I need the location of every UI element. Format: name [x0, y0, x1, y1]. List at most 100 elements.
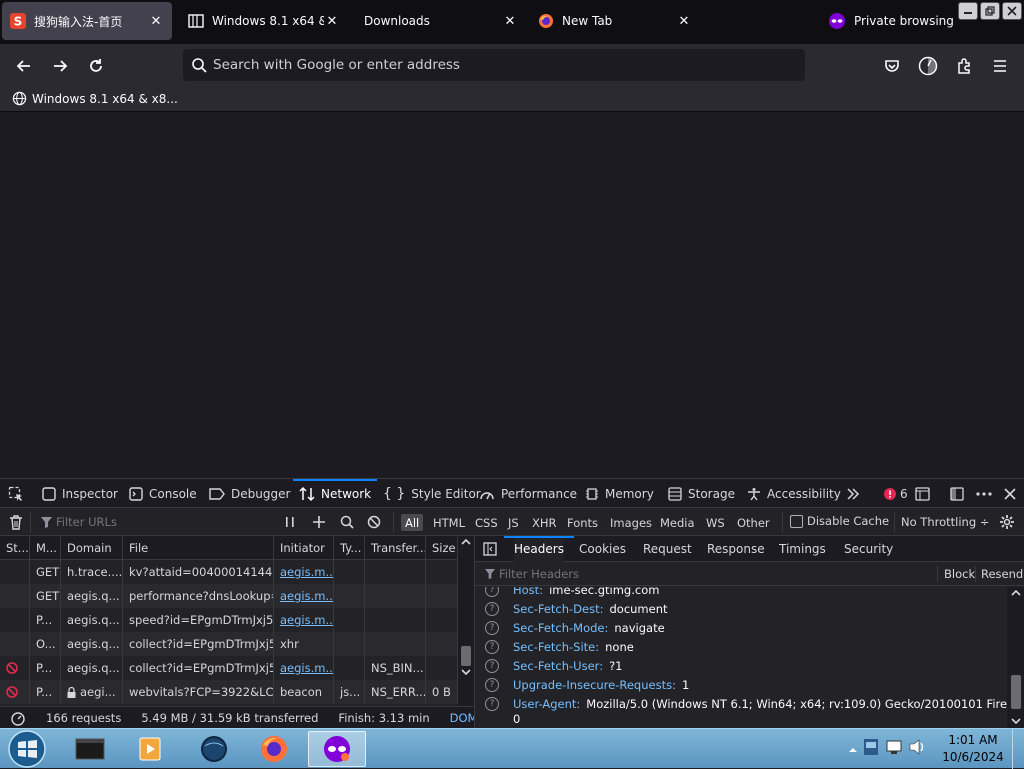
column-type[interactable]: Ty...: [334, 536, 365, 560]
tab-accessibility[interactable]: Accessibility: [747, 479, 841, 508]
initiator-text[interactable]: aegis.m...: [280, 613, 333, 627]
close-tab-icon[interactable]: ✕: [148, 13, 164, 29]
filter-type-images[interactable]: Images: [606, 514, 656, 531]
tab-downloads[interactable]: Downloads ✕: [356, 2, 526, 40]
tab-headers[interactable]: Headers: [504, 536, 574, 562]
filter-type-css[interactable]: CSS: [471, 514, 502, 531]
scroll-thumb[interactable]: [1011, 675, 1021, 709]
search-requests-button[interactable]: [340, 515, 354, 529]
tab-debugger[interactable]: Debugger: [209, 479, 290, 508]
column-size[interactable]: Size: [426, 536, 458, 560]
tab-console[interactable]: Console: [129, 479, 197, 508]
headers-scrollbar[interactable]: [1007, 587, 1024, 729]
help-icon[interactable]: ?: [485, 677, 499, 692]
throttling-select[interactable]: No Throttling ÷: [901, 515, 989, 529]
initiator-text[interactable]: aegis.m...: [280, 565, 333, 579]
request-row[interactable]: GET aegis.q... performance?dnsLookup=75 aeg…: [0, 584, 458, 608]
dock-button[interactable]: [950, 479, 964, 508]
request-row[interactable]: P... aegi... webvitals?FCP=3922&LCP=-1 beac…: [0, 680, 458, 704]
tab-windows[interactable]: Windows 8.1 x64 & x8 ✕: [180, 2, 348, 40]
menu-button[interactable]: [987, 53, 1013, 79]
back-button[interactable]: [11, 53, 37, 79]
column-method[interactable]: M...: [30, 536, 61, 560]
responsive-design-button[interactable]: [915, 479, 930, 508]
reload-button[interactable]: [83, 53, 109, 79]
more-tools-button[interactable]: [846, 479, 860, 508]
disable-cache-toggle[interactable]: Disable Cache: [790, 514, 889, 528]
bookmark-item[interactable]: Windows 8.1 x64 & x8...: [12, 91, 178, 106]
request-row[interactable]: P... aegis.q... collect?id=EPgmDTrmJxj5X0v…: [0, 656, 458, 680]
filter-type-js[interactable]: JS: [504, 514, 523, 531]
tab-network[interactable]: Network: [292, 479, 378, 508]
filter-type-fonts[interactable]: Fonts: [563, 514, 602, 531]
checkbox[interactable]: [790, 514, 803, 528]
close-tab-icon[interactable]: ✕: [676, 13, 692, 29]
tab-inspector[interactable]: Inspector: [42, 479, 118, 508]
block-button[interactable]: Block: [944, 567, 975, 581]
forward-button[interactable]: [47, 53, 73, 79]
request-row[interactable]: GET h.trace.... kv?attaid=00400014144&tok a…: [0, 560, 458, 584]
extensions-button[interactable]: [951, 53, 977, 79]
tab-response[interactable]: Response: [707, 536, 765, 562]
close-tab-icon[interactable]: ✕: [324, 13, 340, 29]
initiator-text[interactable]: aegis.m...: [280, 661, 333, 675]
taskbar-globe-app[interactable]: [190, 731, 238, 767]
taskbar-firefox-private[interactable]: [308, 731, 366, 767]
tab-cookies[interactable]: Cookies: [579, 536, 626, 562]
filter-type-media[interactable]: Media: [656, 514, 699, 531]
request-row[interactable]: O... aegis.q... collect?id=EPgmDTrmJxj5X0v…: [0, 632, 458, 656]
address-input[interactable]: [213, 57, 773, 73]
more-options-button[interactable]: [976, 479, 992, 508]
help-icon[interactable]: ?: [485, 658, 499, 673]
help-icon[interactable]: ?: [485, 696, 499, 711]
table-scrollbar[interactable]: [458, 536, 474, 706]
address-bar[interactable]: [183, 49, 805, 81]
filter-type-all[interactable]: All: [401, 514, 424, 531]
close-tab-icon[interactable]: ✕: [502, 13, 518, 29]
help-icon[interactable]: ?: [485, 587, 499, 597]
help-icon[interactable]: ?: [485, 639, 499, 654]
pocket-button[interactable]: [879, 53, 905, 79]
resend-button[interactable]: Resend: [981, 567, 1023, 581]
taskbar-firefox[interactable]: [250, 731, 298, 767]
tab-new-tab[interactable]: New Tab ✕: [530, 2, 700, 40]
filter-headers-input[interactable]: [499, 566, 899, 581]
tab-timings[interactable]: Timings: [779, 536, 826, 562]
scroll-thumb[interactable]: [461, 646, 471, 666]
initiator-text[interactable]: aegis.m...: [280, 589, 333, 603]
close-window-button[interactable]: [1002, 2, 1022, 20]
tab-security[interactable]: Security: [844, 536, 893, 562]
filter-type-ws[interactable]: WS: [702, 514, 729, 531]
filter-type-xhr[interactable]: XHR: [528, 514, 561, 531]
minimize-button[interactable]: [958, 2, 978, 20]
tab-memory[interactable]: Memory: [585, 479, 654, 508]
request-row[interactable]: P... aegis.q... speed?id=EPgmDTrmJxj5X0vp a…: [0, 608, 458, 632]
account-button[interactable]: [915, 53, 941, 79]
column-status[interactable]: St...: [0, 536, 30, 560]
start-button[interactable]: [4, 729, 50, 769]
tab-sogou[interactable]: S 搜狗输入法-首页 ✕: [2, 2, 172, 40]
taskbar-app-terminal[interactable]: [66, 731, 114, 767]
restore-button[interactable]: [980, 2, 1000, 20]
column-file[interactable]: File: [123, 536, 274, 560]
filter-urls-field[interactable]: [30, 511, 275, 533]
close-devtools-button[interactable]: [1004, 479, 1016, 508]
clear-button[interactable]: [9, 515, 23, 530]
block-requests-button[interactable]: [367, 515, 381, 529]
filter-type-other[interactable]: Other: [733, 514, 774, 531]
page-content[interactable]: [0, 112, 1024, 478]
taskbar-media-player[interactable]: [126, 731, 174, 767]
filter-urls-input[interactable]: [56, 515, 266, 529]
help-icon[interactable]: ?: [485, 601, 499, 616]
tab-performance[interactable]: Performance: [479, 479, 577, 508]
tab-request[interactable]: Request: [643, 536, 692, 562]
pause-button[interactable]: [284, 515, 296, 529]
show-desktop-button[interactable]: [1012, 729, 1024, 769]
performance-analysis-button[interactable]: [10, 710, 26, 726]
column-initiator[interactable]: Initiator: [274, 536, 334, 560]
tab-style-editor[interactable]: { } Style Editor: [383, 479, 481, 508]
toggle-sidebar-button[interactable]: [483, 536, 497, 562]
error-count-button[interactable]: 6: [884, 479, 908, 508]
tab-storage[interactable]: Storage: [668, 479, 735, 508]
column-transferred[interactable]: Transfer...: [365, 536, 426, 560]
